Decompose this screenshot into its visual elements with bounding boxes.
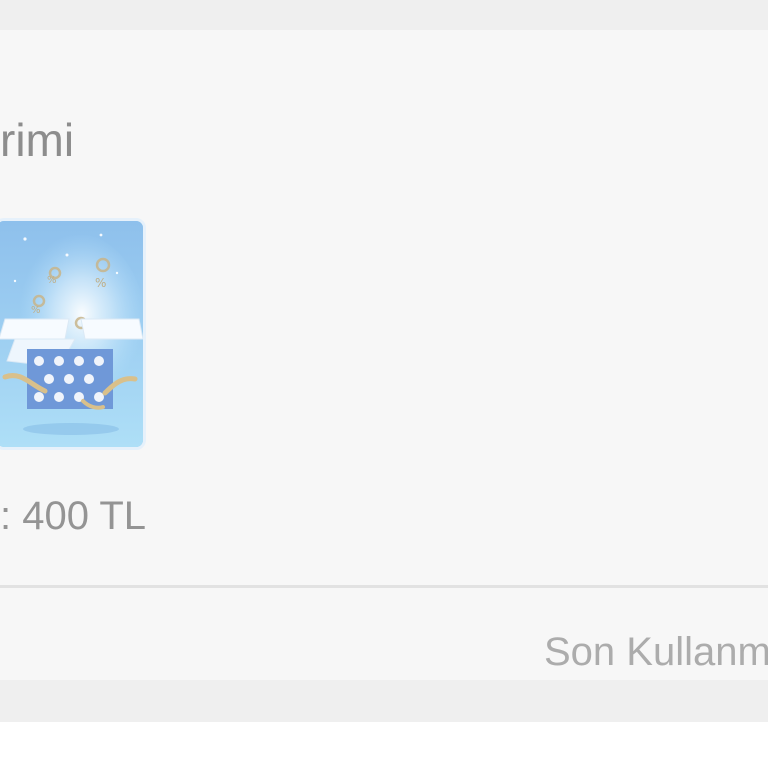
card-divider: [0, 585, 768, 588]
coupon-screen: rimi % % %: 400 TL Son Kullanm: [0, 0, 768, 768]
bottom-page-strip: [0, 680, 768, 722]
coupon-card[interactable]: rimi % % %: 400 TL Son Kullanm: [0, 30, 768, 680]
coupon-image: % % %: [0, 218, 146, 450]
coupon-expiry-label: Son Kullanm: [544, 630, 768, 674]
svg-text:%: %: [95, 276, 106, 290]
svg-text:%: %: [31, 305, 41, 316]
coupon-amount: : 400 TL: [0, 494, 147, 538]
gift-box-icon: % % %: [0, 221, 143, 447]
svg-text:%: %: [47, 275, 57, 286]
top-page-strip: [0, 0, 768, 30]
coupon-title: rimi: [0, 114, 75, 166]
